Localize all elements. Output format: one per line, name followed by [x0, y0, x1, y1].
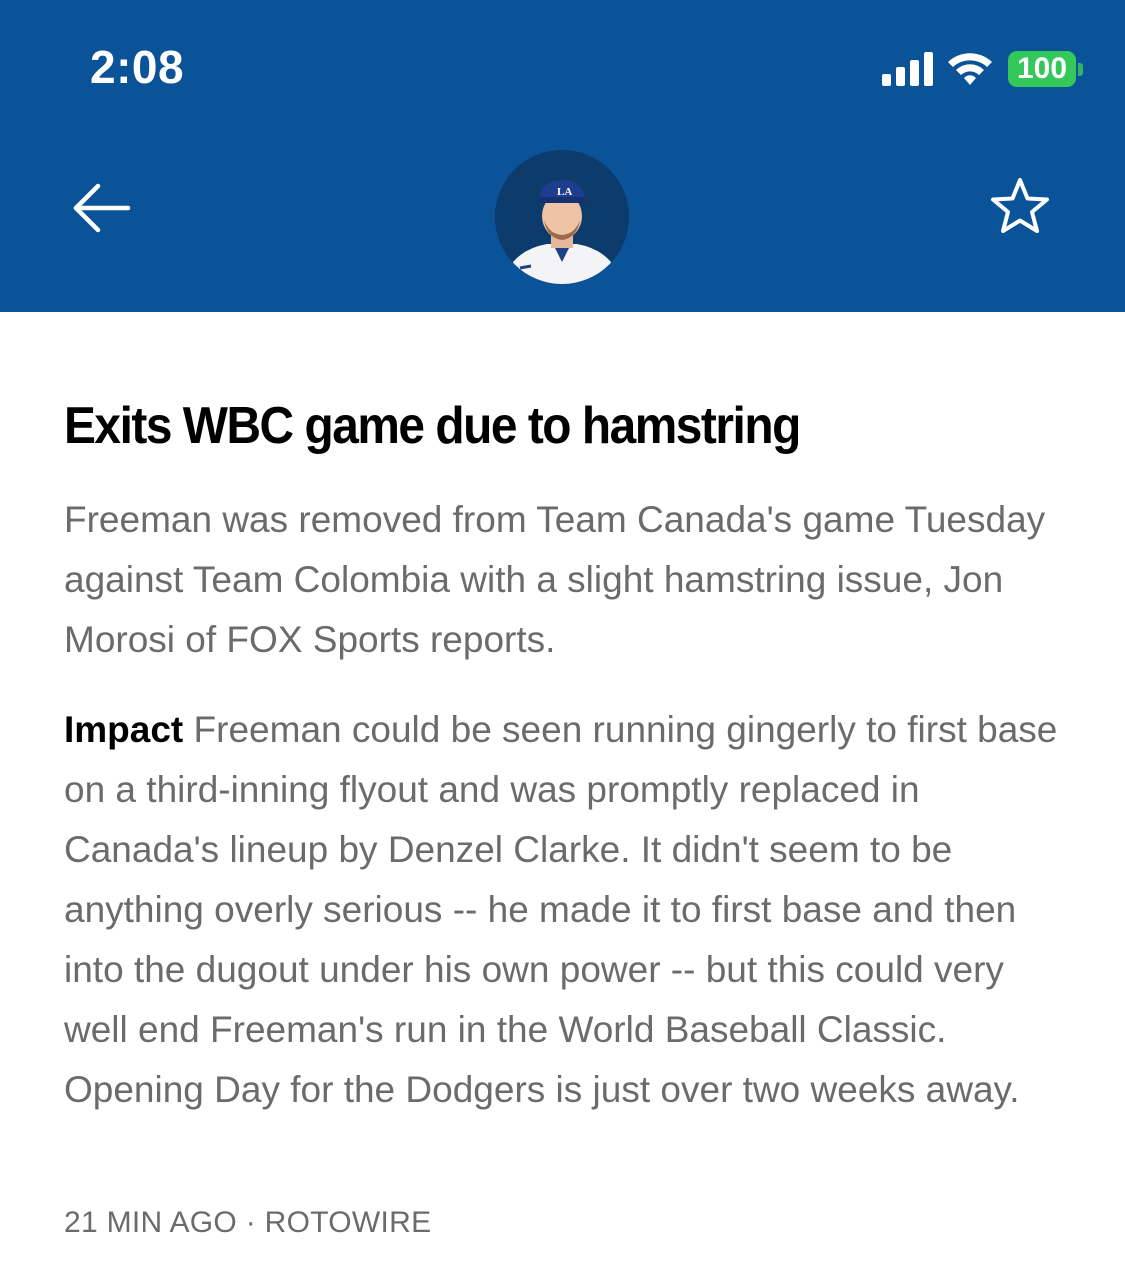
battery-icon: 100: [1008, 51, 1076, 87]
article-impact: Impact Freeman could be seen running gin…: [64, 700, 1064, 1120]
cellular-signal-icon: [882, 52, 933, 86]
impact-label: Impact: [64, 709, 184, 750]
article-meta: 21 MIN AGO · ROTOWIRE: [64, 1206, 432, 1239]
app-header: 2:08 100 LA: [0, 0, 1125, 312]
battery-cap: [1078, 63, 1083, 76]
wifi-icon: [948, 53, 992, 85]
star-outline-icon[interactable]: [986, 174, 1054, 242]
player-avatar[interactable]: LA: [495, 150, 629, 284]
article-summary: Freeman was removed from Team Canada's g…: [64, 499, 1046, 660]
impact-text: Freeman could be seen running gingerly t…: [64, 709, 1058, 1110]
article-headline: Exits WBC game due to hamstring: [64, 397, 801, 455]
player-headshot-icon: LA: [495, 150, 629, 284]
back-arrow-icon[interactable]: [70, 176, 134, 240]
svg-text:LA: LA: [557, 186, 572, 198]
status-time: 2:08: [90, 41, 185, 93]
